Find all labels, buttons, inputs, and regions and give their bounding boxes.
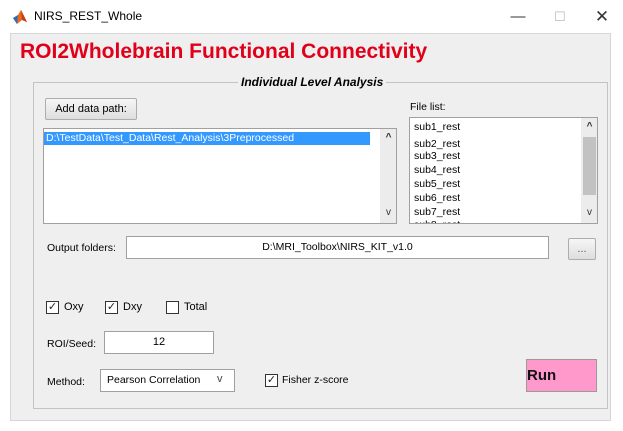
total-label: Total	[184, 301, 208, 313]
scroll-down-icon[interactable]: v	[581, 207, 597, 218]
fisher-z-checkbox[interactable]: ✓	[265, 374, 278, 387]
list-item[interactable]: sub8_rest	[414, 219, 460, 223]
roi-seed-label: ROI/Seed:	[47, 338, 97, 350]
run-button[interactable]: Run	[526, 359, 597, 392]
dxy-label: Dxy	[123, 301, 142, 313]
list-item[interactable]: sub6_rest	[414, 192, 460, 204]
fisher-z-label: Fisher z-score	[282, 374, 349, 386]
oxy-label: Oxy	[64, 301, 84, 313]
close-button[interactable]: ✕	[582, 0, 622, 33]
browse-button[interactable]: ...	[568, 238, 596, 260]
matlab-icon	[13, 10, 27, 24]
dxy-checkbox[interactable]: ✓	[105, 301, 118, 314]
minimize-button[interactable]: —	[498, 0, 538, 33]
scroll-up-icon[interactable]: ^	[380, 132, 396, 143]
maximize-button[interactable]: ☐	[540, 0, 580, 33]
list-item[interactable]: sub4_rest	[414, 164, 460, 176]
scrollbar[interactable]: ^ v	[581, 118, 597, 223]
method-select[interactable]: Pearson Correlation v	[100, 369, 235, 392]
file-listbox[interactable]: sub1_rest sub2_rest sub3_rest sub4_rest …	[409, 117, 598, 224]
check-icon: ✓	[266, 374, 277, 386]
check-icon: ✓	[47, 301, 58, 313]
list-item[interactable]: D:\TestData\Test_Data\Rest_Analysis\3Pre…	[44, 132, 370, 145]
scrollbar[interactable]: ^ v	[380, 129, 396, 223]
window-title: NIRS_REST_Whole	[34, 9, 143, 23]
list-item[interactable]: sub3_rest	[414, 150, 460, 162]
data-path-listbox[interactable]: D:\TestData\Test_Data\Rest_Analysis\3Pre…	[43, 128, 397, 224]
chevron-down-icon: v	[217, 373, 223, 385]
method-value: Pearson Correlation	[107, 374, 201, 386]
add-data-path-button[interactable]: Add data path:	[45, 98, 137, 120]
list-item[interactable]: sub2_rest	[414, 138, 460, 150]
scrollbar-thumb[interactable]	[583, 137, 596, 195]
roi-seed-field[interactable]: 12	[104, 331, 214, 354]
file-list-label: File list:	[410, 101, 446, 113]
list-item[interactable]: sub1_rest	[414, 121, 460, 133]
app-heading: ROI2Wholebrain Functional Connectivity	[20, 40, 428, 63]
oxy-checkbox[interactable]: ✓	[46, 301, 59, 314]
output-folder-field[interactable]: D:\MRI_Toolbox\NIRS_KIT_v1.0	[126, 236, 549, 259]
scroll-up-icon[interactable]: ^	[581, 121, 597, 132]
scroll-down-icon[interactable]: v	[380, 207, 396, 218]
list-item[interactable]: sub5_rest	[414, 178, 460, 190]
list-item[interactable]: sub7_rest	[414, 206, 460, 218]
panel-title: Individual Level Analysis	[238, 75, 387, 89]
check-icon: ✓	[106, 301, 117, 313]
total-checkbox[interactable]	[166, 301, 179, 314]
method-label: Method:	[47, 376, 85, 388]
output-folders-label: Output folders:	[47, 242, 116, 254]
